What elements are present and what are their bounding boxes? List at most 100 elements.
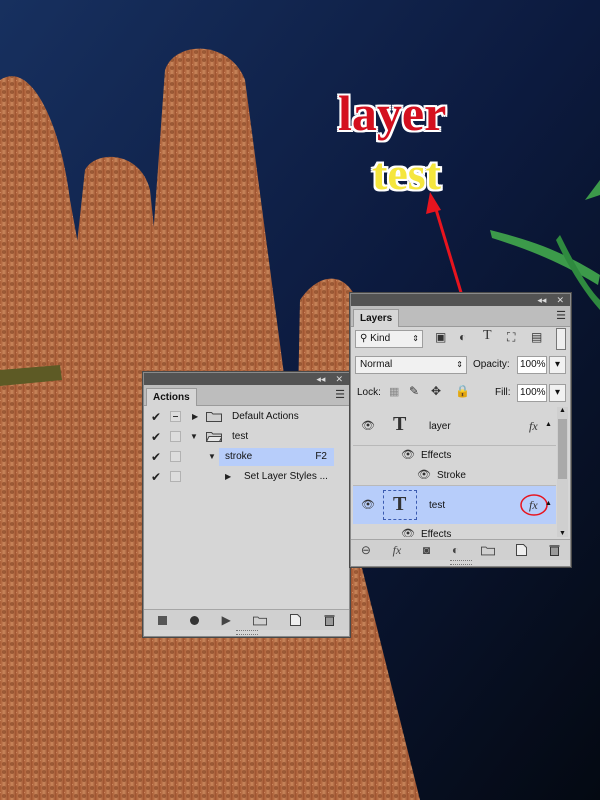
- record-icon[interactable]: [189, 615, 199, 625]
- actions-scrollbar[interactable]: [337, 407, 347, 603]
- dialog-toggle-box[interactable]: [170, 411, 181, 422]
- expand-triangle-icon[interactable]: ▶: [225, 472, 231, 481]
- dialog-toggle-box[interactable]: [170, 451, 181, 462]
- layer-name[interactable]: test: [429, 500, 445, 511]
- trash-icon[interactable]: [324, 614, 335, 626]
- canvas-text-layer: layer: [338, 85, 447, 141]
- layer-name[interactable]: layer: [429, 421, 451, 432]
- text-layer-thumbnail-icon: T: [383, 490, 417, 520]
- visibility-eye-icon[interactable]: 👁: [361, 419, 375, 432]
- action-step-label: Set Layer Styles ...: [244, 471, 328, 482]
- visibility-eye-icon[interactable]: 👁: [401, 527, 415, 537]
- actions-tab-bar: Actions ☰: [144, 385, 349, 406]
- scroll-down-icon[interactable]: ▼: [559, 530, 566, 537]
- close-panel-icon[interactable]: ✕: [556, 295, 564, 306]
- link-icon[interactable]: ⊖: [361, 543, 371, 557]
- collapse-triangle-icon[interactable]: ▼: [190, 432, 198, 441]
- filter-kind-select[interactable]: ⚲ Kind ⇕: [355, 330, 423, 348]
- layers-scrollbar[interactable]: ▲ ▼: [557, 407, 568, 537]
- visibility-eye-icon[interactable]: 👁: [401, 448, 415, 461]
- filter-toggle-switch[interactable]: [556, 328, 566, 350]
- close-panel-icon[interactable]: ✕: [335, 374, 343, 385]
- new-layer-icon[interactable]: [516, 544, 528, 556]
- opacity-input[interactable]: 100%: [517, 356, 547, 374]
- lock-label: Lock:: [357, 387, 381, 398]
- opacity-dropdown-button[interactable]: ▾: [549, 356, 566, 374]
- actions-panel: ◂◂ ✕ Actions ☰ ✔ ▶ Default Actions ✔ ▼ t…: [143, 372, 350, 637]
- blend-mode-select[interactable]: Normal ⇕: [355, 356, 467, 374]
- panel-header-bar[interactable]: ◂◂ ✕: [351, 294, 570, 306]
- new-action-icon[interactable]: [290, 614, 302, 626]
- play-icon[interactable]: ▶: [222, 613, 231, 627]
- check-icon[interactable]: ✔: [149, 430, 163, 444]
- effect-stroke-row[interactable]: 👁 Stroke: [353, 465, 556, 486]
- adjustment-icon[interactable]: ◐: [452, 543, 459, 557]
- layer-list: 👁 T layer fx ▲ 👁 Effects 👁 Stroke 👁 T te…: [353, 407, 556, 537]
- effects-label: Effects: [421, 450, 452, 461]
- collapse-triangle-icon[interactable]: ▼: [208, 452, 216, 461]
- adjustment-filter-icon[interactable]: ◐: [459, 330, 466, 344]
- panel-menu-icon[interactable]: ☰: [335, 388, 345, 401]
- tab-layers[interactable]: Layers: [353, 309, 400, 327]
- check-icon[interactable]: ✔: [149, 410, 163, 424]
- check-icon[interactable]: ✔: [149, 470, 163, 484]
- action-set-row[interactable]: ✔ ▼ test: [144, 427, 349, 447]
- new-set-icon[interactable]: [253, 615, 268, 626]
- filter-kind-label: Kind: [370, 333, 391, 344]
- expand-triangle-icon[interactable]: ▶: [192, 412, 198, 421]
- effects-label: Effects: [421, 529, 452, 537]
- tab-actions[interactable]: Actions: [146, 388, 197, 406]
- visibility-eye-icon[interactable]: 👁: [361, 498, 375, 511]
- pixel-filter-icon[interactable]: ▣: [435, 330, 446, 344]
- trash-icon[interactable]: [549, 544, 560, 556]
- effects-row[interactable]: 👁 Effects: [353, 524, 556, 537]
- updown-arrow-icon: ⇕: [456, 360, 463, 369]
- panel-menu-icon[interactable]: ☰: [556, 309, 566, 322]
- dialog-toggle-box[interactable]: [170, 431, 181, 442]
- updown-arrow-icon: ⇕: [412, 334, 419, 343]
- lock-image-brush-icon[interactable]: ✎: [409, 384, 419, 398]
- layer-row-selected[interactable]: 👁 T test fx ▲: [353, 486, 556, 524]
- lock-position-icon[interactable]: ✥: [431, 384, 441, 398]
- stop-icon[interactable]: [158, 615, 168, 625]
- lock-transparent-icon[interactable]: ▦: [389, 385, 399, 398]
- collapse-icon[interactable]: ◂◂: [316, 374, 325, 385]
- shape-filter-icon[interactable]: ⛶: [507, 330, 515, 345]
- resize-grip[interactable]: [235, 630, 258, 635]
- actions-bottom-bar: ▶: [144, 609, 349, 630]
- blend-mode-value: Normal: [360, 359, 393, 370]
- resize-grip[interactable]: [449, 560, 472, 565]
- visibility-eye-icon[interactable]: 👁: [417, 468, 431, 481]
- fx-icon[interactable]: fx: [529, 419, 538, 434]
- scroll-up-icon[interactable]: ▲: [559, 407, 566, 414]
- panel-header-bar[interactable]: ◂◂ ✕: [144, 373, 349, 385]
- collapse-effects-icon[interactable]: ▲: [545, 500, 552, 507]
- check-icon[interactable]: ✔: [149, 450, 163, 464]
- layers-panel: ◂◂ ✕ Layers ☰ ⚲ Kind ⇕ ▣ ◐ T ⛶ ▤ Normal …: [350, 293, 571, 567]
- type-filter-icon[interactable]: T: [483, 328, 492, 344]
- collapse-icon[interactable]: ◂◂: [537, 295, 546, 306]
- text-layer-thumbnail-icon: T: [393, 413, 407, 435]
- effects-row[interactable]: 👁 Effects: [353, 445, 556, 465]
- fill-dropdown-button[interactable]: ▾: [549, 384, 566, 402]
- action-set-row[interactable]: ✔ ▶ Default Actions: [144, 407, 349, 427]
- open-folder-icon: [206, 432, 222, 442]
- lock-all-icon[interactable]: 🔒: [455, 384, 470, 398]
- layers-bottom-bar: ⊖ fx ◙ ◐: [351, 539, 570, 560]
- dialog-toggle-box[interactable]: [170, 471, 181, 482]
- fill-label: Fill:: [495, 387, 511, 398]
- search-icon: ⚲: [360, 333, 368, 344]
- fill-input[interactable]: 100%: [517, 384, 547, 402]
- action-shortcut: F2: [315, 451, 327, 462]
- action-step-row[interactable]: ✔ ▶ Set Layer Styles ...: [144, 467, 349, 487]
- smart-object-filter-icon[interactable]: ▤: [531, 330, 542, 344]
- action-set-label: test: [232, 431, 249, 442]
- scrollbar-thumb[interactable]: [558, 419, 567, 479]
- group-icon[interactable]: [480, 545, 495, 556]
- fx-icon[interactable]: fx: [393, 543, 402, 558]
- mask-icon[interactable]: ◙: [423, 543, 430, 557]
- collapse-effects-icon[interactable]: ▲: [545, 421, 552, 428]
- action-label: stroke: [225, 451, 253, 462]
- action-row-selected[interactable]: ✔ ▼ stroke F2: [144, 447, 349, 467]
- layer-row[interactable]: 👁 T layer fx ▲: [353, 407, 556, 446]
